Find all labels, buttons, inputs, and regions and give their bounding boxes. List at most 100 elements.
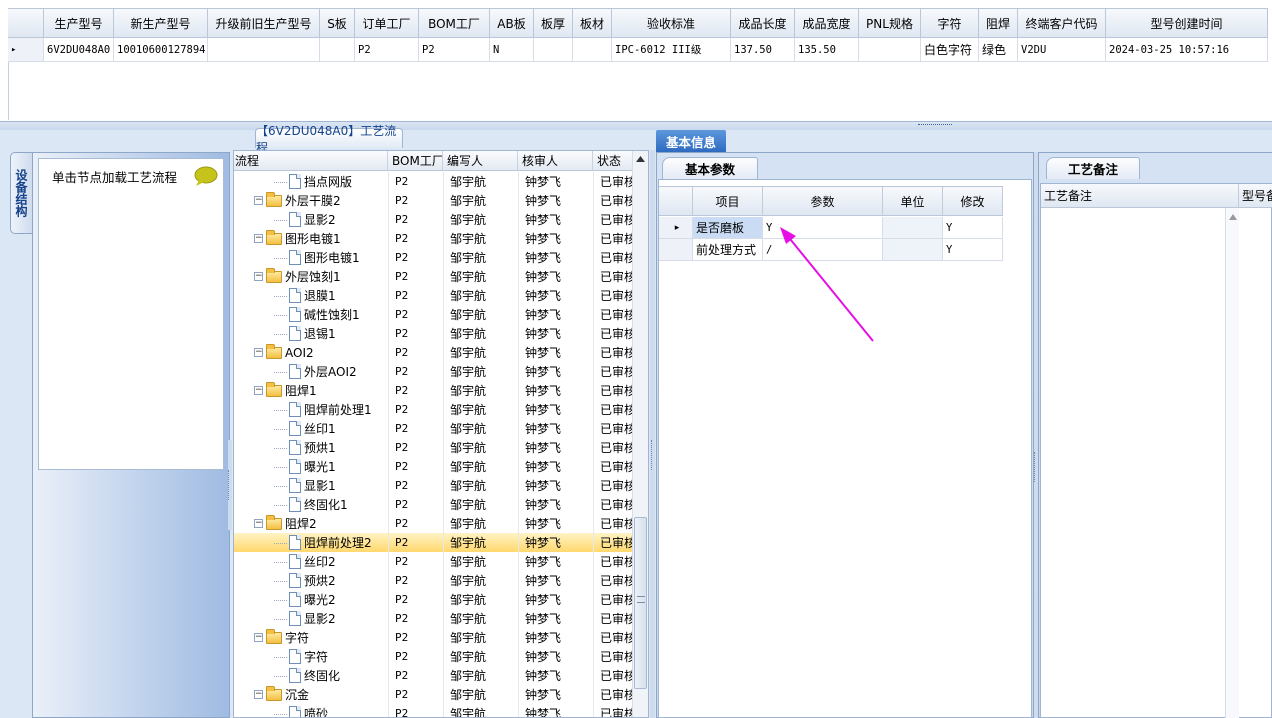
remark-scrollbar[interactable] <box>1225 208 1239 718</box>
tree-cell-writer[interactable]: 邹宇航 <box>443 571 518 590</box>
tree-cell-reviewer[interactable]: 钟梦飞 <box>518 324 593 343</box>
tree-cell-writer[interactable]: 邹宇航 <box>443 628 518 647</box>
collapse-icon[interactable]: − <box>254 196 263 205</box>
table-cell[interactable] <box>208 38 320 62</box>
tree-cell-status[interactable]: 已审核 <box>593 248 634 267</box>
col-header[interactable]: 流程 <box>234 151 388 170</box>
tree-cell-bom[interactable]: P2 <box>388 172 443 191</box>
tree-row[interactable]: − 外层干膜2 P2 邹宇航 钟梦飞 已审核 <box>234 191 634 210</box>
tree-cell-status[interactable]: 已审核 <box>593 267 634 286</box>
tree-cell-bom[interactable]: P2 <box>388 210 443 229</box>
tree-cell-reviewer[interactable]: 钟梦飞 <box>518 210 593 229</box>
tree-cell-reviewer[interactable]: 钟梦飞 <box>518 628 593 647</box>
tree-cell-reviewer[interactable]: 钟梦飞 <box>518 191 593 210</box>
tree-row[interactable]: 退锡1 P2 邹宇航 钟梦飞 已审核 <box>234 324 634 343</box>
col-header[interactable]: 生产型号 <box>44 8 114 38</box>
col-header[interactable]: BOM工厂 <box>419 8 490 38</box>
tree-cell-bom[interactable]: P2 <box>388 590 443 609</box>
col-header[interactable]: 型号创建时间 <box>1106 8 1268 38</box>
table-cell[interactable] <box>534 38 573 62</box>
col-header[interactable]: 工艺备注 <box>1041 184 1239 207</box>
tree-cell-bom[interactable]: P2 <box>388 324 443 343</box>
table-cell[interactable]: 137.50 <box>731 38 795 62</box>
tree-cell-writer[interactable]: 邹宇航 <box>443 457 518 476</box>
tab-device-structure[interactable]: 设备结构 <box>10 152 32 234</box>
col-header[interactable]: 编写人 <box>443 151 518 170</box>
tree-cell-writer[interactable]: 邹宇航 <box>443 210 518 229</box>
tree-row[interactable]: 挡点网版 P2 邹宇航 钟梦飞 已审核 <box>234 172 634 191</box>
tree-cell-writer[interactable]: 邹宇航 <box>443 324 518 343</box>
tree-cell-status[interactable]: 已审核 <box>593 666 634 685</box>
tree-cell-status[interactable]: 已审核 <box>593 571 634 590</box>
tree-node[interactable]: 终固化 <box>234 666 388 685</box>
scroll-up-icon[interactable] <box>1229 214 1237 220</box>
tree-node[interactable]: 显影2 <box>234 210 388 229</box>
tree-row[interactable]: 外层AOI2 P2 邹宇航 钟梦飞 已审核 <box>234 362 634 381</box>
tree-cell-bom[interactable]: P2 <box>388 647 443 666</box>
scrollbar-thumb[interactable] <box>634 517 647 689</box>
tree-cell-reviewer[interactable]: 钟梦飞 <box>518 590 593 609</box>
tree-cell-reviewer[interactable]: 钟梦飞 <box>518 647 593 666</box>
tree-cell-status[interactable]: 已审核 <box>593 552 634 571</box>
tree-cell-reviewer[interactable]: 钟梦飞 <box>518 438 593 457</box>
tab-basic-info[interactable]: 基本信息 <box>656 130 726 152</box>
tree-cell-writer[interactable]: 邹宇航 <box>443 590 518 609</box>
tree-cell-reviewer[interactable]: 钟梦飞 <box>518 666 593 685</box>
col-header[interactable]: 单位 <box>883 187 943 215</box>
col-header[interactable]: 型号备 <box>1239 184 1272 207</box>
tab-basic-params[interactable]: 基本参数 <box>662 157 758 179</box>
tree-node[interactable]: − 外层蚀刻1 <box>234 267 388 286</box>
tree-cell-writer[interactable]: 邹宇航 <box>443 286 518 305</box>
tree-cell-reviewer[interactable]: 钟梦飞 <box>518 571 593 590</box>
tree-row[interactable]: 预烘1 P2 邹宇航 钟梦飞 已审核 <box>234 438 634 457</box>
tree-cell-reviewer[interactable]: 钟梦飞 <box>518 533 593 552</box>
col-header[interactable]: 项目 <box>693 187 763 215</box>
table-cell[interactable]: 6V2DU048A0 <box>44 38 114 62</box>
tree-cell-reviewer[interactable]: 钟梦飞 <box>518 172 593 191</box>
table-cell[interactable]: 前处理方式 <box>693 239 763 261</box>
tree-cell-reviewer[interactable]: 钟梦飞 <box>518 343 593 362</box>
table-cell[interactable]: Y <box>943 217 1003 239</box>
table-cell[interactable]: IPC-6012 III级 <box>612 38 731 62</box>
collapse-icon[interactable]: − <box>254 690 263 699</box>
left-splitter[interactable] <box>228 440 232 530</box>
tab-process-remark[interactable]: 工艺备注 <box>1046 157 1140 179</box>
tree-cell-writer[interactable]: 邹宇航 <box>443 362 518 381</box>
tree-cell-reviewer[interactable]: 钟梦飞 <box>518 305 593 324</box>
tree-node[interactable]: 外层AOI2 <box>234 362 388 381</box>
row-header-corner[interactable] <box>8 8 44 38</box>
table-cell[interactable]: Y <box>943 239 1003 261</box>
tree-cell-status[interactable]: 已审核 <box>593 324 634 343</box>
tree-cell-writer[interactable]: 邹宇航 <box>443 704 518 717</box>
tree-cell-reviewer[interactable]: 钟梦飞 <box>518 704 593 717</box>
tree-cell-writer[interactable]: 邹宇航 <box>443 343 518 362</box>
col-header[interactable]: 阻焊 <box>979 8 1018 38</box>
tree-row[interactable]: 显影1 P2 邹宇航 钟梦飞 已审核 <box>234 476 634 495</box>
col-header[interactable]: 成品长度 <box>731 8 795 38</box>
tree-row[interactable]: 图形电镀1 P2 邹宇航 钟梦飞 已审核 <box>234 248 634 267</box>
col-header[interactable]: 板厚 <box>534 8 573 38</box>
tree-cell-status[interactable]: 已审核 <box>593 647 634 666</box>
col-header[interactable]: 核审人 <box>518 151 593 170</box>
tree-cell-status[interactable]: 已审核 <box>593 533 634 552</box>
table-cell[interactable]: 10010600127894 <box>114 38 208 62</box>
tree-cell-bom[interactable]: P2 <box>388 609 443 628</box>
tree-row[interactable]: 终固化1 P2 邹宇航 钟梦飞 已审核 <box>234 495 634 514</box>
tree-cell-status[interactable]: 已审核 <box>593 343 634 362</box>
collapse-icon[interactable]: − <box>254 633 263 642</box>
collapse-icon[interactable]: − <box>254 234 263 243</box>
tree-cell-writer[interactable]: 邹宇航 <box>443 305 518 324</box>
tree-row[interactable]: 喷砂 P2 邹宇航 钟梦飞 已审核 <box>234 704 634 717</box>
tree-row[interactable]: − 字符 P2 邹宇航 钟梦飞 已审核 <box>234 628 634 647</box>
tree-node[interactable]: − AOI2 <box>234 343 388 362</box>
tree-cell-bom[interactable]: P2 <box>388 457 443 476</box>
tree-cell-status[interactable]: 已审核 <box>593 590 634 609</box>
tree-cell-status[interactable]: 已审核 <box>593 438 634 457</box>
tree-cell-status[interactable]: 已审核 <box>593 685 634 704</box>
tree-cell-status[interactable]: 已审核 <box>593 191 634 210</box>
tree-cell-status[interactable]: 已审核 <box>593 210 634 229</box>
tree-cell-writer[interactable]: 邹宇航 <box>443 685 518 704</box>
collapse-icon[interactable]: − <box>254 272 263 281</box>
tree-node[interactable]: − 字符 <box>234 628 388 647</box>
tree-node[interactable]: 碱性蚀刻1 <box>234 305 388 324</box>
